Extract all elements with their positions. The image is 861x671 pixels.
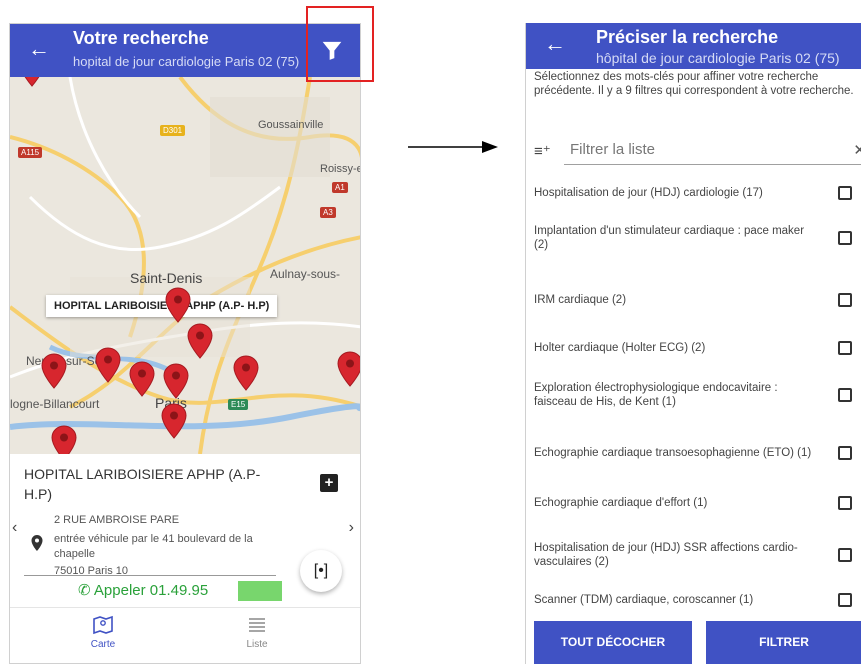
nav-list-label: Liste (246, 639, 268, 650)
map-pin-icon[interactable] (51, 425, 77, 454)
filter-option-checkbox[interactable] (838, 341, 852, 355)
nav-map[interactable]: Carte (63, 614, 143, 650)
filter-option-label: Holter cardiaque (Holter ECG) (2) (534, 342, 706, 354)
map-pin-icon[interactable] (19, 77, 45, 87)
call-label: Appeler 01.49.95 (93, 582, 209, 599)
filter-option[interactable]: Hospitalisation de jour (HDJ) cardiologi… (534, 173, 860, 213)
filter-option-label: Echographie cardiaque transoesophagienne… (534, 447, 812, 459)
filter-option[interactable]: Echographie cardiaque d'effort (1) (534, 483, 860, 523)
filter-option-checkbox[interactable] (838, 388, 852, 402)
hospital-name: HOPITAL LARIBOISIERE APHP (A.P- H.P) (24, 466, 261, 502)
map-pin-icon[interactable] (41, 353, 67, 389)
location-pin-icon (31, 535, 43, 551)
road-tag-a1: A1 (332, 182, 348, 193)
nav-list[interactable]: Liste (217, 614, 297, 650)
filter-option[interactable]: Holter cardiaque (Holter ECG) (2) (534, 328, 860, 368)
results-map[interactable]: Goussainville Roissy-en- Saint-Denis Aul… (10, 77, 360, 454)
place-billancourt: logne-Billancourt (10, 397, 100, 411)
filter-option[interactable]: Scanner (TDM) cardiaque, coroscanner (1) (534, 580, 860, 620)
back-arrow-icon[interactable]: ← (28, 38, 50, 60)
filter-option-checkbox[interactable] (838, 593, 852, 607)
road-tag-e15: E15 (228, 399, 249, 410)
filter-option-checkbox[interactable] (838, 496, 852, 510)
filter-option-label: Hospitalisation de jour (HDJ) SSR affect… (534, 542, 798, 568)
refine-instructions: Sélectionnez des mots-clés pour affiner … (534, 71, 854, 97)
filter-list-input[interactable]: Filtrer la liste (570, 141, 655, 158)
filter-highlight-box (306, 6, 374, 82)
filter-option-label: Echographie cardiaque d'effort (1) (534, 497, 708, 509)
plus-icon[interactable]: + (320, 474, 338, 492)
refine-title: Préciser la recherche (596, 27, 779, 47)
filter-option[interactable]: Echographie cardiaque transoesophagienne… (534, 433, 860, 473)
bottom-navigation: Carte Liste (10, 607, 360, 663)
map-pin-icon[interactable] (129, 361, 155, 397)
map-pin-icon[interactable] (233, 355, 259, 391)
address-street: 2 RUE AMBROISE PARE (54, 514, 180, 526)
filter-option-checkbox[interactable] (838, 231, 852, 245)
filter-option-checkbox[interactable] (838, 293, 852, 307)
filter-option-label: IRM cardiaque (2) (534, 294, 627, 306)
filter-list-field[interactable]: ≡⁺ Filtrer la liste ✕ (534, 137, 861, 165)
road-tag-d301: D301 (160, 125, 186, 136)
filter-option-checkbox[interactable] (838, 186, 852, 200)
map-pin-icon[interactable] (187, 323, 213, 359)
road-tag-a3: A3 (320, 207, 336, 218)
filter-option[interactable]: Exploration électrophysiologique endocav… (534, 375, 860, 415)
filter-option-checkbox[interactable] (838, 548, 852, 562)
nav-map-label: Carte (90, 639, 116, 650)
recenter-button[interactable]: [•] (300, 550, 342, 592)
uncheck-all-button[interactable]: TOUT DÉCOCHER (534, 621, 692, 664)
place-saint-denis: Saint-Denis (130, 270, 203, 286)
filter-option-label: Scanner (TDM) cardiaque, coroscanner (1) (534, 594, 754, 606)
filter-option-label: Hospitalisation de jour (HDJ) cardiologi… (534, 187, 763, 199)
filter-option-label: Exploration électrophysiologique endocav… (534, 382, 778, 408)
refine-subtitle: hôpital de jour cardiologie Paris 02 (75… (596, 50, 840, 66)
road-tag-a115: A115 (18, 147, 43, 158)
chevron-right-icon[interactable]: › (349, 519, 354, 537)
place-goussainville: Goussainville (258, 119, 324, 131)
results-title: Votre recherche (73, 28, 209, 48)
map-pin-icon[interactable] (165, 287, 191, 323)
filter-option[interactable]: IRM cardiaque (2) (534, 280, 860, 320)
map-pin-icon[interactable] (161, 403, 187, 439)
input-underline (564, 164, 861, 165)
call-button[interactable]: ✆ Appeler 01.49.95 (78, 581, 208, 599)
filter-option-checkbox[interactable] (838, 446, 852, 460)
results-subtitle: hopital de jour cardiologie Paris 02 (75… (73, 54, 300, 69)
list-icon (249, 618, 265, 632)
transition-arrow-icon (408, 141, 498, 153)
playlist-add-icon: ≡⁺ (534, 143, 551, 160)
map-pin-icon[interactable] (95, 347, 121, 383)
map-icon (93, 615, 113, 635)
place-roissy: Roissy-en- (320, 163, 360, 175)
recenter-icon: [•] (313, 562, 329, 579)
clear-icon[interactable]: ✕ (853, 141, 861, 159)
filter-option[interactable]: Implantation d'un stimulateur cardiaque … (534, 218, 860, 258)
map-pin-icon[interactable] (163, 363, 189, 399)
search-results-screen: ← Votre recherche hopital de jour cardio… (9, 23, 361, 664)
address-city: 75010 Paris 10 (54, 565, 128, 575)
place-aulnay: Aulnay-sous- (270, 267, 341, 281)
hospital-card[interactable]: HOPITAL LARIBOISIERE APHP (A.P- H.P) + ‹… (10, 454, 360, 609)
divider (24, 575, 276, 576)
refine-header: ← Préciser la recherche hôpital de jour … (526, 23, 861, 69)
map-pin-icon[interactable] (337, 351, 360, 387)
redaction-block (238, 581, 282, 601)
filter-option-label: Implantation d'un stimulateur cardiaque … (534, 225, 805, 251)
selected-hospital-map-label[interactable]: HOPITAL LARIBOISIERE APHP (A.P- H.P) (46, 295, 278, 317)
apply-filter-button[interactable]: FILTRER (706, 621, 861, 664)
back-arrow-icon[interactable]: ← (544, 33, 566, 55)
chevron-left-icon[interactable]: ‹ (12, 519, 17, 537)
phone-icon: ✆ (78, 582, 91, 599)
refine-search-screen: ← Préciser la recherche hôpital de jour … (525, 23, 861, 664)
address-access-note: entrée véhicule par le 41 boulevard de l… (54, 533, 253, 560)
filter-option[interactable]: Hospitalisation de jour (HDJ) SSR affect… (534, 535, 860, 575)
